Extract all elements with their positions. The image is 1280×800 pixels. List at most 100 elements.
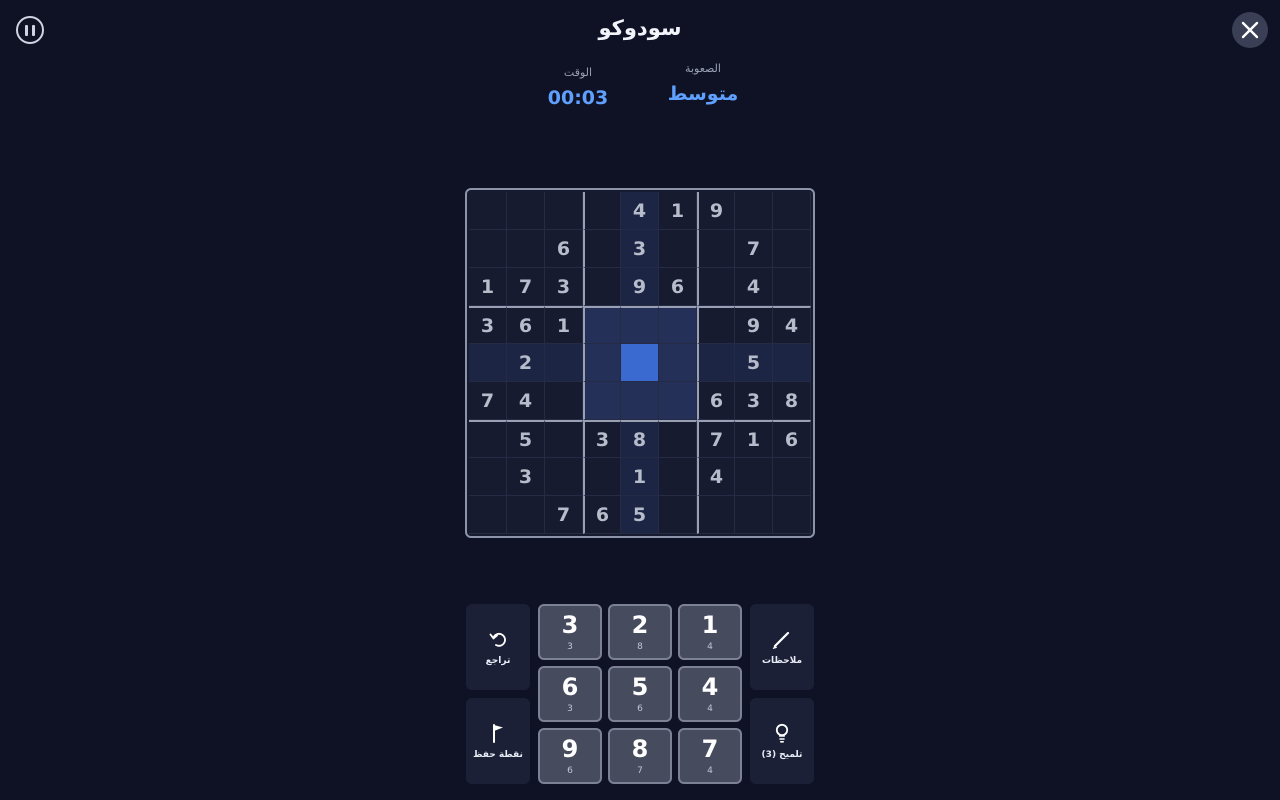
page-title: سودوكو <box>598 16 682 40</box>
numpad-key-6[interactable]: 6 3 <box>538 666 602 722</box>
sudoku-cell-r1-c9[interactable] <box>773 192 811 230</box>
sudoku-cell-r8-c4[interactable] <box>583 458 621 496</box>
sudoku-cell-r9-c7[interactable] <box>697 496 735 534</box>
sudoku-cell-r3-c3[interactable]: 3 <box>545 268 583 306</box>
numpad-key-4[interactable]: 4 4 <box>678 666 742 722</box>
sudoku-cell-r6-c2[interactable]: 4 <box>507 382 545 420</box>
sudoku-cell-r7-c5[interactable]: 8 <box>621 420 659 458</box>
sudoku-cell-r1-c8[interactable] <box>735 192 773 230</box>
sudoku-cell-r7-c9[interactable]: 6 <box>773 420 811 458</box>
notes-button[interactable]: ملاحظات <box>750 604 814 690</box>
numpad-key-5[interactable]: 5 6 <box>608 666 672 722</box>
sudoku-cell-r3-c1[interactable]: 1 <box>469 268 507 306</box>
sudoku-cell-r3-c8[interactable]: 4 <box>735 268 773 306</box>
sudoku-cell-r9-c4[interactable]: 6 <box>583 496 621 534</box>
numpad-key-1[interactable]: 1 4 <box>678 604 742 660</box>
numpad-count: 6 <box>567 766 573 776</box>
numpad-key-7[interactable]: 7 4 <box>678 728 742 784</box>
numpad-count: 4 <box>707 766 713 776</box>
sudoku-cell-r7-c8[interactable]: 1 <box>735 420 773 458</box>
undo-button[interactable]: تراجع <box>466 604 530 690</box>
sudoku-cell-r9-c1[interactable] <box>469 496 507 534</box>
sudoku-cell-r3-c2[interactable]: 7 <box>507 268 545 306</box>
sudoku-cell-r2-c4[interactable] <box>583 230 621 268</box>
sudoku-cell-r4-c1[interactable]: 3 <box>469 306 507 344</box>
sudoku-cell-r5-c5[interactable] <box>621 344 659 382</box>
sudoku-cell-r2-c3[interactable]: 6 <box>545 230 583 268</box>
sudoku-cell-r4-c3[interactable]: 1 <box>545 306 583 344</box>
sudoku-cell-r5-c4[interactable] <box>583 344 621 382</box>
sudoku-cell-r4-c8[interactable]: 9 <box>735 306 773 344</box>
sudoku-cell-r9-c3[interactable]: 7 <box>545 496 583 534</box>
sudoku-cell-r5-c3[interactable] <box>545 344 583 382</box>
sudoku-cell-r6-c6[interactable] <box>659 382 697 420</box>
sudoku-cell-r2-c2[interactable] <box>507 230 545 268</box>
sudoku-cell-r3-c6[interactable]: 6 <box>659 268 697 306</box>
sudoku-cell-r7-c3[interactable] <box>545 420 583 458</box>
sudoku-cell-r4-c5[interactable] <box>621 306 659 344</box>
sudoku-cell-r1-c4[interactable] <box>583 192 621 230</box>
sudoku-cell-r8-c8[interactable] <box>735 458 773 496</box>
sudoku-cell-r5-c6[interactable] <box>659 344 697 382</box>
sudoku-cell-r6-c1[interactable]: 7 <box>469 382 507 420</box>
hint-button[interactable]: تلميح (3) <box>750 698 814 784</box>
close-icon[interactable] <box>1232 12 1268 48</box>
sudoku-cell-r6-c8[interactable]: 3 <box>735 382 773 420</box>
sudoku-cell-r8-c1[interactable] <box>469 458 507 496</box>
sudoku-cell-r4-c2[interactable]: 6 <box>507 306 545 344</box>
sudoku-cell-r1-c2[interactable] <box>507 192 545 230</box>
numpad-digit: 1 <box>701 611 719 639</box>
sudoku-cell-r1-c5[interactable]: 4 <box>621 192 659 230</box>
sudoku-cell-r3-c7[interactable] <box>697 268 735 306</box>
sudoku-cell-r4-c4[interactable] <box>583 306 621 344</box>
sudoku-cell-r7-c6[interactable] <box>659 420 697 458</box>
numpad-key-2[interactable]: 2 8 <box>608 604 672 660</box>
sudoku-cell-r9-c9[interactable] <box>773 496 811 534</box>
sudoku-cell-r3-c9[interactable] <box>773 268 811 306</box>
sudoku-cell-r1-c3[interactable] <box>545 192 583 230</box>
sudoku-cell-r6-c9[interactable]: 8 <box>773 382 811 420</box>
sudoku-cell-r5-c7[interactable] <box>697 344 735 382</box>
sudoku-cell-r9-c5[interactable]: 5 <box>621 496 659 534</box>
sudoku-cell-r2-c1[interactable] <box>469 230 507 268</box>
sudoku-cell-r2-c6[interactable] <box>659 230 697 268</box>
sudoku-cell-r2-c5[interactable]: 3 <box>621 230 659 268</box>
sudoku-cell-r7-c1[interactable] <box>469 420 507 458</box>
sudoku-cell-r8-c6[interactable] <box>659 458 697 496</box>
sudoku-cell-r6-c3[interactable] <box>545 382 583 420</box>
numpad-digit: 7 <box>701 735 719 763</box>
sudoku-cell-r8-c9[interactable] <box>773 458 811 496</box>
sudoku-cell-r5-c2[interactable]: 2 <box>507 344 545 382</box>
checkpoint-button[interactable]: نقطة حفظ <box>466 698 530 784</box>
sudoku-cell-r5-c1[interactable] <box>469 344 507 382</box>
sudoku-cell-r8-c5[interactable]: 1 <box>621 458 659 496</box>
numpad-key-9[interactable]: 9 6 <box>538 728 602 784</box>
sudoku-cell-r7-c4[interactable]: 3 <box>583 420 621 458</box>
sudoku-cell-r3-c5[interactable]: 9 <box>621 268 659 306</box>
sudoku-cell-r1-c7[interactable]: 9 <box>697 192 735 230</box>
numpad-key-8[interactable]: 8 7 <box>608 728 672 784</box>
sudoku-cell-r4-c6[interactable] <box>659 306 697 344</box>
sudoku-cell-r7-c2[interactable]: 5 <box>507 420 545 458</box>
sudoku-cell-r8-c3[interactable] <box>545 458 583 496</box>
sudoku-cell-r5-c8[interactable]: 5 <box>735 344 773 382</box>
sudoku-cell-r6-c5[interactable] <box>621 382 659 420</box>
sudoku-cell-r9-c8[interactable] <box>735 496 773 534</box>
sudoku-cell-r6-c4[interactable] <box>583 382 621 420</box>
numpad-key-3[interactable]: 3 3 <box>538 604 602 660</box>
sudoku-cell-r1-c1[interactable] <box>469 192 507 230</box>
sudoku-cell-r2-c8[interactable]: 7 <box>735 230 773 268</box>
sudoku-cell-r7-c7[interactable]: 7 <box>697 420 735 458</box>
sudoku-cell-r8-c7[interactable]: 4 <box>697 458 735 496</box>
sudoku-cell-r2-c9[interactable] <box>773 230 811 268</box>
sudoku-cell-r6-c7[interactable]: 6 <box>697 382 735 420</box>
sudoku-cell-r5-c9[interactable] <box>773 344 811 382</box>
sudoku-cell-r4-c9[interactable]: 4 <box>773 306 811 344</box>
sudoku-cell-r2-c7[interactable] <box>697 230 735 268</box>
sudoku-cell-r4-c7[interactable] <box>697 306 735 344</box>
sudoku-cell-r1-c6[interactable]: 1 <box>659 192 697 230</box>
sudoku-cell-r9-c2[interactable] <box>507 496 545 534</box>
sudoku-cell-r8-c2[interactable]: 3 <box>507 458 545 496</box>
sudoku-cell-r9-c6[interactable] <box>659 496 697 534</box>
sudoku-cell-r3-c4[interactable] <box>583 268 621 306</box>
